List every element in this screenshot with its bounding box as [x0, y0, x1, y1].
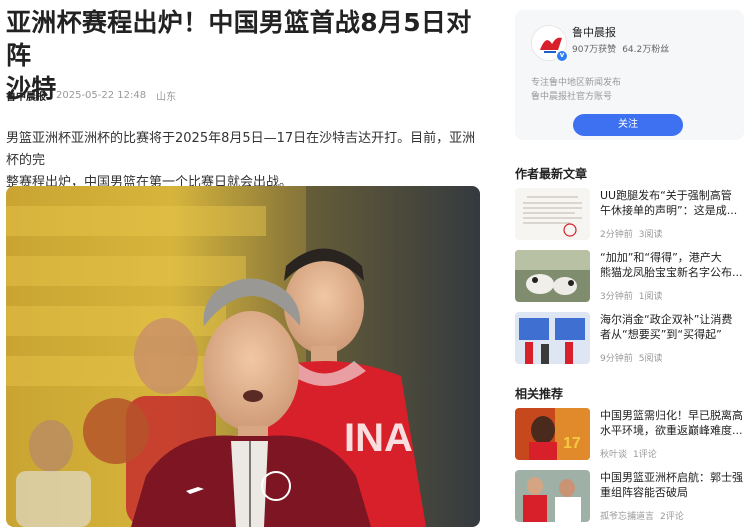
related-title-line1: 中国男篮需归化！早已脱离高 [600, 409, 743, 422]
related-article-comments: 2评论 [660, 512, 684, 522]
article-location: 山东 [156, 92, 177, 103]
author-description: 专注鲁中地区新闻发布 鲁中晨报社官方账号 [531, 76, 621, 104]
latest-title-line1: 海尔消金“政企双补”让消费 [600, 313, 733, 326]
article-author[interactable]: 鲁中晨报 [6, 88, 46, 103]
latest-title-line1: UU跑腿发布“关于强制高管 [600, 189, 732, 202]
article-lead: 男篮亚洲杯亚洲杯的比赛将于2025年8月5日—17日在沙特吉达开打。目前，亚洲杯… [6, 128, 476, 194]
latest-article-thumb [515, 188, 590, 240]
event-thumbnail [515, 312, 590, 364]
related-article-source: 孤爷忘捕道言 [600, 512, 655, 522]
latest-title-line1: “加加”和“得得”，港产大 [600, 251, 722, 264]
panda-thumbnail [515, 250, 590, 302]
author-desc-line2: 鲁中晨报社官方账号 [531, 92, 613, 102]
author-card: v 鲁中晨报 907万获赞 64.2万粉丝 专注鲁中地区新闻发布 鲁中晨报社官方… [515, 10, 744, 140]
latest-article-reads: 1阅读 [638, 292, 663, 302]
latest-articles-heading: 作者最新文章 [515, 167, 588, 181]
related-heading: 相关推荐 [515, 387, 564, 401]
article-lead-line1: 男篮亚洲杯亚洲杯的比赛将于2025年8月5日—17日在沙特吉达开打。目前，亚洲杯… [6, 131, 476, 168]
latest-article-meta: 9分钟前 5阅读 [600, 351, 662, 364]
related-article-item[interactable]: 17 中国男篮需归化！早已脱离高 水平环境，欲重返巅峰难度... 秋叶谈 1评论 [515, 408, 744, 460]
verified-icon: v [556, 50, 568, 62]
related-article-item[interactable]: 中国男篮亚洲杯启航：郭士强 重组阵容能否破局 孤爷忘捕道言 2评论 [515, 470, 744, 522]
author-desc-line1: 专注鲁中地区新闻发布 [531, 78, 622, 88]
related-title-line2: 重组阵容能否破局 [600, 486, 688, 499]
latest-article-item[interactable]: UU跑腿发布“关于强制高管 午休接单的声明”：这是成... 2分钟前 3阅读 [515, 188, 744, 240]
article-title-line1: 亚洲杯赛程出炉！中国男篮首战8月5日对阵 [6, 8, 472, 70]
related-article-thumb [515, 470, 590, 522]
latest-title-line2: 午休接单的声明”：这是成... [600, 204, 738, 217]
latest-article-reads: 5阅读 [638, 354, 663, 364]
related-article-comments: 1评论 [633, 450, 657, 460]
latest-article-title[interactable]: 海尔消金“政企双补”让消费 者从“想要买”到“买得起” [600, 312, 744, 342]
article-date: 2025-05-22 12:48 [56, 90, 147, 101]
related-article-source: 秋叶谈 [600, 450, 628, 460]
related-title-line1: 中国男篮亚洲杯启航：郭士强 [600, 471, 743, 484]
latest-article-meta: 3分钟前 1阅读 [600, 289, 662, 302]
related-article-title[interactable]: 中国男篮需归化！早已脱离高 水平环境，欲重返巅峰难度... [600, 408, 744, 438]
related-article-thumb: 17 [515, 408, 590, 460]
latest-article-meta: 2分钟前 3阅读 [600, 227, 662, 240]
related-article-title[interactable]: 中国男篮亚洲杯启航：郭士强 重组阵容能否破局 [600, 470, 744, 500]
author-stats: 907万获赞 64.2万粉丝 [572, 42, 669, 55]
svg-text:INA: INA [344, 416, 413, 460]
article-meta: 鲁中晨报 2025-05-22 12:48 山东 [6, 88, 176, 103]
document-thumbnail [515, 188, 590, 240]
related-title-line2: 水平环境，欲重返巅峰难度... [600, 424, 743, 437]
latest-article-time: 3分钟前 [600, 292, 633, 302]
author-name[interactable]: 鲁中晨报 [572, 24, 616, 40]
latest-article-thumb [515, 250, 590, 302]
latest-article-time: 9分钟前 [600, 354, 633, 364]
author-likes: 907万获赞 [572, 45, 617, 55]
article: 亚洲杯赛程出炉！中国男篮首战8月5日对阵 沙特 鲁中晨报 2025-05-22 … [6, 0, 480, 527]
latest-article-reads: 3阅读 [638, 230, 663, 240]
latest-title-line2: 者从“想要买”到“买得起” [600, 328, 722, 341]
article-hero-image[interactable]: INA [6, 186, 480, 527]
related-article-meta: 孤爷忘捕道言 2评论 [600, 509, 684, 522]
latest-article-item[interactable]: “加加”和“得得”，港产大 熊猫龙凤胎宝宝新名字公布... 3分钟前 1阅读 [515, 250, 744, 302]
sidebar: v 鲁中晨报 907万获赞 64.2万粉丝 专注鲁中地区新闻发布 鲁中晨报社官方… [515, 0, 744, 527]
author-followers: 64.2万粉丝 [622, 45, 670, 55]
latest-article-title[interactable]: “加加”和“得得”，港产大 熊猫龙凤胎宝宝新名字公布... [600, 250, 744, 280]
follow-button[interactable]: 关注 [573, 114, 683, 136]
basketball-practice-photo: INA [6, 186, 480, 527]
latest-article-thumb [515, 312, 590, 364]
latest-article-title[interactable]: UU跑腿发布“关于强制高管 午休接单的声明”：这是成... [600, 188, 744, 218]
latest-article-item[interactable]: 海尔消金“政企双补”让消费 者从“想要买”到“买得起” 9分钟前 5阅读 [515, 312, 744, 364]
team-thumbnail [515, 470, 590, 522]
latest-article-time: 2分钟前 [600, 230, 633, 240]
related-article-meta: 秋叶谈 1评论 [600, 447, 657, 460]
latest-title-line2: 熊猫龙凤胎宝宝新名字公布... [600, 266, 743, 279]
basketball-player-thumbnail: 17 [515, 408, 590, 460]
svg-text:17: 17 [563, 435, 581, 452]
